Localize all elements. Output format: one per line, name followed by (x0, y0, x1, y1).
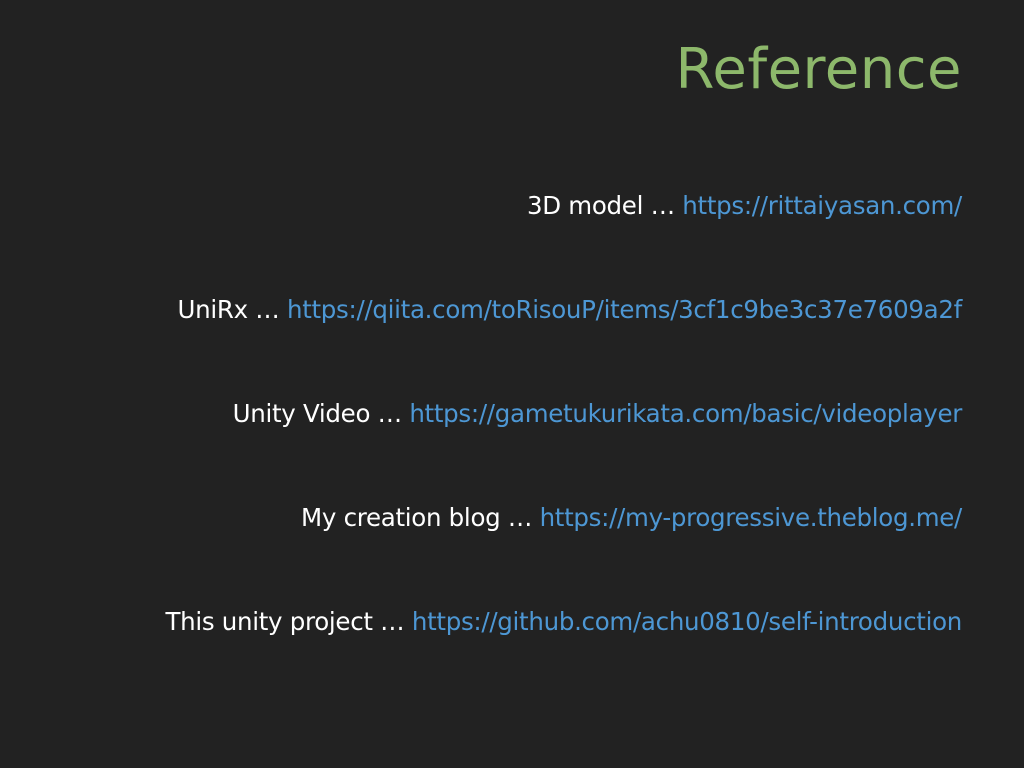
reference-separator: … (370, 399, 410, 428)
reference-item-unity-video: Unity Video … https://gametukurikata.com… (232, 398, 963, 430)
reference-separator: … (643, 191, 683, 220)
reference-item-unity-project: This unity project … https://github.com/… (165, 606, 962, 638)
reference-link[interactable]: https://github.com/achu0810/self-introdu… (412, 607, 962, 636)
reference-separator: … (372, 607, 412, 636)
reference-link[interactable]: https://qiita.com/toRisouP/items/3cf1c9b… (287, 295, 962, 324)
reference-separator: … (500, 503, 540, 532)
reference-label: 3D model (526, 191, 644, 220)
reference-separator: … (247, 295, 287, 324)
reference-label: Unity Video (232, 399, 371, 428)
reference-link[interactable]: https://rittaiyasan.com/ (682, 191, 962, 220)
reference-label: This unity project (165, 607, 373, 636)
reference-item-3d-model: 3D model … https://rittaiyasan.com/ (527, 190, 962, 222)
slide-title: Reference (675, 37, 962, 102)
reference-item-unirx: UniRx … https://qiita.com/toRisouP/items… (177, 294, 962, 326)
slide: Reference 3D model … https://rittaiyasan… (0, 0, 1024, 768)
reference-link[interactable]: https://gametukurikata.com/basic/videopl… (409, 399, 962, 428)
reference-label: My creation blog (301, 503, 501, 532)
reference-link[interactable]: https://my-progressive.theblog.me/ (540, 503, 963, 532)
reference-item-creation-blog: My creation blog … https://my-progressiv… (301, 502, 962, 534)
reference-label: UniRx (177, 295, 248, 324)
